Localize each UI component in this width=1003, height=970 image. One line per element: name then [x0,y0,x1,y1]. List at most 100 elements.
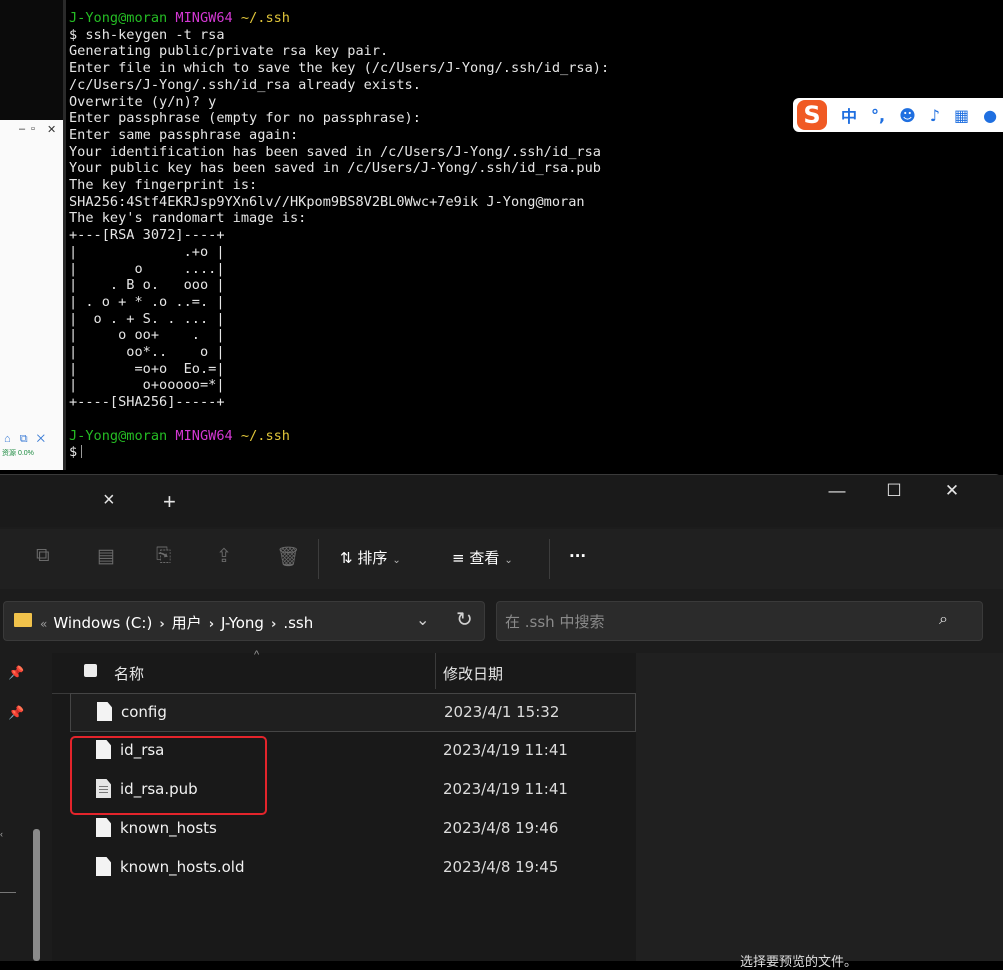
file-row-known-hosts[interactable]: known_hosts 2023/4/8 19:46 [70,810,636,849]
terminal-line: Enter file in which to save the key (/c/… [69,60,610,77]
toolbar-divider [549,539,550,579]
refresh-icon[interactable]: ↻ [456,607,473,632]
file-name: known_hosts.old [120,858,245,876]
user-icon[interactable]: ● [983,106,997,125]
search-box[interactable]: ⌕ [496,601,983,641]
close-button[interactable]: ✕ [937,481,967,501]
pin-icon[interactable]: 📌 [8,665,24,681]
address-bar[interactable]: « Windows (C:) › 用户 › J-Yong › .ssh ⌄ ↻ [3,601,485,641]
rename-icon[interactable]: ⎘ [156,545,171,567]
terminal-line: Generating public/private rsa key pair. [69,43,389,60]
file-row-known-hosts-old[interactable]: known_hosts.old 2023/4/8 19:45 [70,849,636,888]
pin-icon[interactable]: 📌 [8,705,24,721]
file-row-id-rsa-pub[interactable]: id_rsa.pub 2023/4/19 11:41 [70,771,636,810]
tab-close-icon[interactable]: × [103,489,115,512]
close-icon[interactable]: ✕ [47,123,56,136]
text-cursor [81,445,83,459]
file-name: id_rsa.pub [120,780,198,798]
file-icon [96,857,111,876]
share-icon[interactable]: ⇪ [216,545,232,568]
terminal-output: J-Yong@moran MINGW64 ~/.ssh $ ssh-keygen… [66,0,1003,461]
randomart-line: | o+ooooo=*| [69,377,225,394]
file-explorer-window: × + — ☐ ✕ ⧉ ▤ ⎘ ⇪ 🗑 ⇅ 排序 ⌄ ≡ 查看 ⌄ ··· « Win… [0,474,1003,969]
breadcrumb-ssh[interactable]: .ssh [283,614,313,632]
column-divider[interactable] [435,653,436,689]
preview-hint: 选择要预览的文件。 [740,954,858,969]
terminal-line: The key's randomart image is: [69,210,307,227]
sogou-logo-icon[interactable]: S [797,100,827,130]
copy-icon[interactable]: ⧉ [36,545,50,567]
breadcrumb-overflow[interactable]: « [40,617,47,631]
randomart-line: | oo*.. o | [69,344,225,361]
file-icon [96,740,111,759]
file-list: ^ 名称 修改日期 config 2023/4/1 15:32 id_rsa 2… [52,649,636,961]
search-icon[interactable]: ⌕ [939,611,948,629]
file-name: id_rsa [120,741,165,759]
column-name-header[interactable]: 名称 [114,663,144,684]
microphone-icon[interactable]: ♪ [930,106,940,125]
ime-chinese-mode[interactable]: 中 [841,103,857,127]
restore-icon[interactable]: ▫ [31,123,35,135]
terminal-window[interactable]: J-Yong@moran MINGW64 ~/.ssh $ ssh-keygen… [63,0,1003,470]
navigation-pane[interactable]: 📌 📌 ‹ [0,653,46,961]
scrollbar[interactable] [33,829,40,961]
file-icon [96,818,111,837]
file-row-id-rsa[interactable]: id_rsa 2023/4/19 11:41 [70,732,636,771]
sort-button[interactable]: ⇅ 排序 ⌄ [340,547,401,568]
paste-icon[interactable]: ▤ [97,545,115,568]
new-tab-button[interactable]: + [163,489,176,515]
chevron-right-icon[interactable]: › [209,617,214,632]
file-name: known_hosts [120,819,217,837]
randomart-line: | o oo+ . | [69,327,225,344]
divider [0,892,16,893]
minimize-button[interactable]: — [822,481,852,501]
chevron-right-icon[interactable]: › [159,617,164,632]
view-button[interactable]: ≡ 查看 ⌄ [452,547,513,568]
chevron-down-icon[interactable]: ⌄ [416,610,429,630]
delete-icon[interactable]: 🗑 [276,545,300,569]
ime-punctuation[interactable]: °, [871,106,885,125]
column-header-row: ^ 名称 修改日期 [52,649,636,694]
terminal-line: /c/Users/J-Yong/.ssh/id_rsa already exis… [69,76,421,93]
select-all-checkbox[interactable] [84,664,97,677]
ime-toolbar: S 中 °, ☻ ♪ ▦ ● [793,98,1003,132]
chevron-left-icon: ‹ [0,829,3,839]
title-bar: × + — ☐ ✕ [0,475,1003,527]
emoji-icon[interactable]: ☻ [899,106,916,125]
terminal-line: Your identification has been saved in /c… [69,143,601,160]
file-date: 2023/4/19 11:41 [443,780,568,798]
randomart-line: +---[RSA 3072]----+ [69,227,225,244]
file-row-config[interactable]: config 2023/4/1 15:32 [70,693,636,732]
breadcrumb-drive[interactable]: Windows (C:) [53,614,152,632]
file-date: 2023/4/19 11:41 [443,741,568,759]
folder-icon [14,613,32,627]
preview-pane: 选择要预览的文件。 [636,653,1003,969]
file-date: 2023/4/1 15:32 [444,703,560,721]
minimize-icon[interactable]: – [19,123,25,135]
breadcrumb-user[interactable]: J-Yong [221,614,264,632]
randomart-line: | o . + S. . ... | [69,310,225,327]
maximize-button[interactable]: ☐ [879,481,909,501]
breadcrumb-users[interactable]: 用户 [172,614,202,632]
file-date: 2023/4/8 19:45 [443,858,559,876]
randomart-line: | .+o | [69,243,225,260]
chevron-down-icon: ⌄ [504,555,513,566]
sort-caret-icon: ^ [254,649,260,661]
more-options-button[interactable]: ··· [569,547,586,565]
randomart-line: | =o+o Eo.=| [69,360,225,377]
terminal-line: Enter same passphrase again: [69,126,299,143]
file-date: 2023/4/8 19:46 [443,819,559,837]
chevron-right-icon[interactable]: › [271,617,276,632]
search-input[interactable] [503,610,927,634]
terminal-line: $ ssh-keygen -t rsa [69,26,225,43]
randomart-line: | o ....| [69,260,225,277]
column-date-header[interactable]: 修改日期 [443,663,503,684]
background-window-status: ⌂ ⧉ ✕ 资源 0.0% [0,431,63,461]
lock-icon[interactable]: ⌂ ⧉ ✕ [4,433,48,446]
background-window: – ▫ ✕ [0,120,64,470]
keyboard-icon[interactable]: ▦ [954,106,969,125]
toolbar-divider [318,539,319,579]
cpu-status: 资源 0.0% [2,450,34,457]
file-name: config [121,703,167,721]
prompt-host: MINGW64 [175,10,233,26]
